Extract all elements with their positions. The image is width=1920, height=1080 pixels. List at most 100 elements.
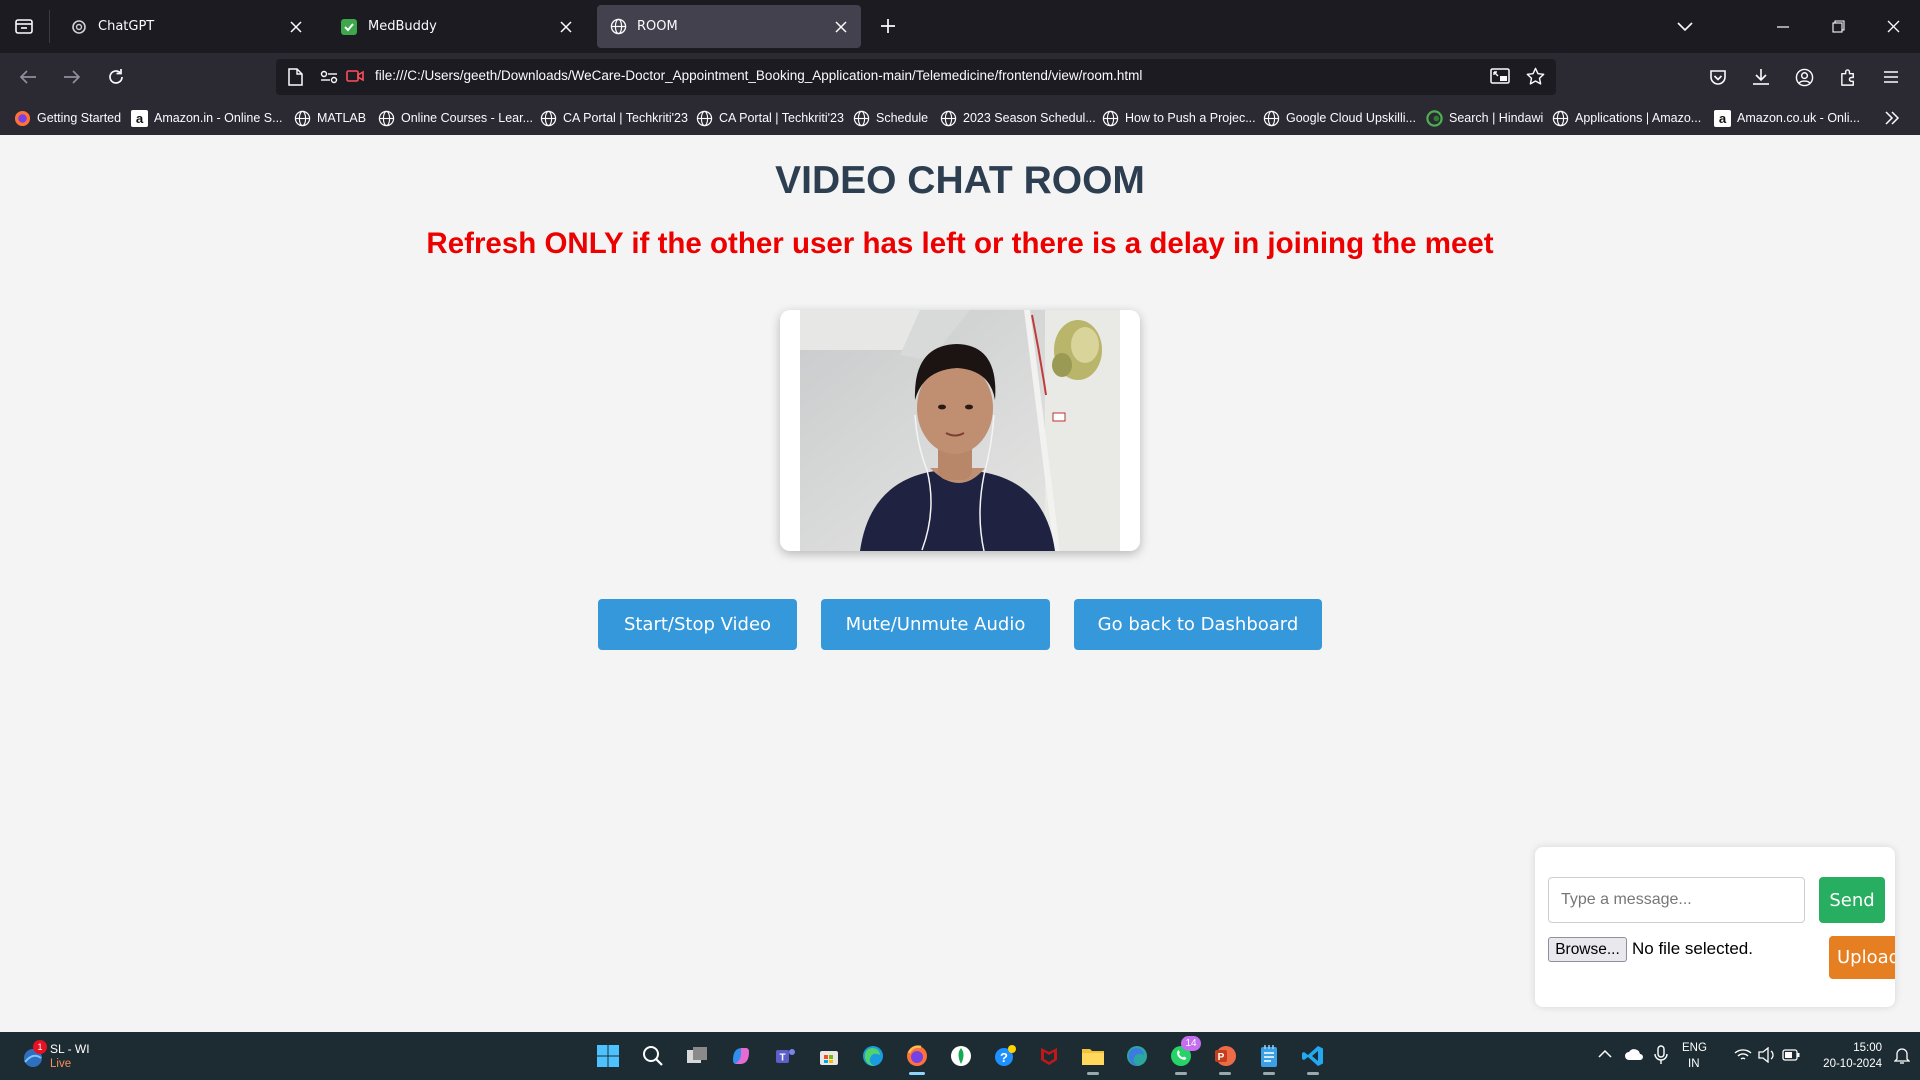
language-code[interactable]: ENG	[1682, 1042, 1707, 1054]
reload-icon[interactable]	[98, 59, 134, 95]
bookmark-label: Online Courses - Lear...	[401, 111, 534, 125]
toggle-video-button[interactable]: Start/Stop Video	[598, 599, 797, 650]
bookmark-item[interactable]: a Amazon.in - Online S...	[131, 107, 283, 129]
globe-icon	[696, 110, 713, 127]
weather-title: SL - WI	[50, 1042, 90, 1056]
upload-button[interactable]: Upload	[1829, 936, 1895, 979]
close-tab-icon[interactable]	[282, 13, 310, 41]
show-hidden-icons-icon[interactable]	[1598, 1049, 1612, 1059]
permissions-icon[interactable]	[320, 70, 338, 84]
amazon-icon: a	[1714, 109, 1731, 127]
tab-room[interactable]: ROOM	[597, 5, 861, 48]
bookmark-label: Amazon.in - Online S...	[154, 111, 283, 125]
whatsapp-icon[interactable]: 14	[1165, 1036, 1201, 1075]
task-view-icon[interactable]	[681, 1040, 713, 1072]
file-explorer-icon[interactable]	[1077, 1040, 1109, 1075]
local-video-feed	[800, 310, 1120, 551]
bookmark-label: Search | Hindawi	[1449, 111, 1544, 125]
battery-icon[interactable]	[1782, 1049, 1800, 1061]
mcafee-icon[interactable]	[1033, 1040, 1065, 1072]
firefox-taskbar-icon[interactable]	[901, 1040, 933, 1075]
amazon-icon: a	[131, 109, 148, 127]
copilot-icon[interactable]	[725, 1040, 757, 1072]
pocket-icon[interactable]	[1700, 59, 1736, 95]
firefox-view-icon[interactable]	[6, 8, 42, 44]
globe-icon	[378, 110, 395, 127]
edge-dev-icon[interactable]	[1121, 1040, 1153, 1072]
restore-icon[interactable]	[1811, 0, 1865, 53]
bookmark-item[interactable]: Search | Hindawi	[1426, 107, 1543, 129]
bookmark-star-icon[interactable]	[1526, 67, 1545, 86]
picture-in-picture-icon[interactable]	[1490, 68, 1510, 86]
account-icon[interactable]	[1786, 59, 1822, 95]
notepad-icon[interactable]	[1253, 1040, 1285, 1075]
bookmark-item[interactable]: CA Portal | Techkriti'23	[696, 107, 844, 129]
clock-time[interactable]: 15:00	[1812, 1042, 1882, 1054]
onedrive-icon[interactable]	[1624, 1047, 1644, 1061]
tab-chatgpt[interactable]: ChatGPT	[58, 5, 316, 48]
extensions-icon[interactable]	[1830, 59, 1866, 95]
bookmark-item[interactable]: Applications | Amazo...	[1552, 107, 1701, 129]
camera-sharing-icon[interactable]	[346, 69, 364, 83]
bookmark-item[interactable]: Schedule	[853, 107, 928, 129]
bookmark-item[interactable]: How to Push a Projec...	[1102, 107, 1256, 129]
weather-badge: 1	[33, 1040, 47, 1054]
svg-text:a: a	[1719, 111, 1727, 126]
browse-file-button[interactable]: Browse...	[1548, 937, 1627, 962]
page-content: VIDEO CHAT ROOM Refresh ONLY if the othe…	[0, 135, 1920, 1032]
send-button[interactable]: Send	[1819, 877, 1885, 923]
region-code[interactable]: IN	[1688, 1058, 1700, 1070]
new-tab-icon[interactable]	[870, 8, 906, 44]
close-window-icon[interactable]	[1866, 0, 1920, 53]
running-app-indicator	[1175, 1072, 1187, 1075]
bookmark-item[interactable]: 2023 Season Schedul...	[940, 107, 1096, 129]
page-title: VIDEO CHAT ROOM	[775, 159, 1145, 202]
list-all-tabs-icon[interactable]	[1658, 0, 1712, 53]
hindawi-icon	[1426, 109, 1443, 127]
minimize-icon[interactable]	[1756, 0, 1810, 53]
edge-icon[interactable]	[857, 1040, 889, 1072]
start-icon[interactable]	[592, 1040, 624, 1072]
globe-icon	[853, 110, 870, 127]
store-icon[interactable]	[813, 1040, 845, 1072]
page-icon	[288, 68, 303, 86]
tab-medbuddy[interactable]: MedBuddy	[328, 5, 586, 48]
chat-message-input[interactable]	[1548, 877, 1805, 923]
downloads-icon[interactable]	[1743, 59, 1779, 95]
toggle-audio-button[interactable]: Mute/Unmute Audio	[821, 599, 1050, 650]
forward-icon[interactable]	[54, 59, 90, 95]
weather-status: Live	[50, 1058, 72, 1070]
help-icon[interactable]: ?	[989, 1040, 1021, 1072]
close-tab-icon[interactable]	[827, 13, 855, 41]
bookmark-item[interactable]: MATLAB	[294, 107, 366, 129]
bookmark-item[interactable]: Google Cloud Upskilli...	[1263, 107, 1416, 129]
svg-text:?: ?	[1000, 1050, 1008, 1065]
back-to-dashboard-button[interactable]: Go back to Dashboard	[1074, 599, 1322, 650]
volume-icon[interactable]	[1758, 1047, 1776, 1063]
more-bookmarks-icon[interactable]	[1884, 107, 1900, 129]
powerpoint-icon[interactable]: P	[1209, 1040, 1241, 1075]
notifications-icon[interactable]	[1894, 1047, 1910, 1065]
teams-icon[interactable]: T	[769, 1040, 801, 1072]
svg-text:a: a	[136, 111, 144, 126]
search-icon[interactable]	[637, 1040, 669, 1072]
url-text: file:///C:/Users/geeth/Downloads/WeCare-…	[375, 68, 1143, 83]
bookmark-item[interactable]: CA Portal | Techkriti'23	[540, 107, 688, 129]
bookmark-item[interactable]: Online Courses - Lear...	[378, 107, 533, 129]
close-tab-icon[interactable]	[552, 13, 580, 41]
wifi-icon[interactable]	[1734, 1048, 1752, 1062]
url-bar[interactable]: file:///C:/Users/geeth/Downloads/WeCare-…	[276, 59, 1556, 95]
running-app-indicator	[1263, 1072, 1275, 1075]
clock-date[interactable]: 20-10-2024	[1812, 1058, 1882, 1070]
vscode-icon[interactable]	[1297, 1040, 1329, 1075]
weather-widget[interactable]: 1 SL - WI Live	[18, 1040, 118, 1074]
mongodb-icon[interactable]	[945, 1040, 977, 1072]
bookmark-item[interactable]: a Amazon.co.uk - Onli...	[1714, 107, 1860, 129]
globe-icon	[1102, 110, 1119, 127]
back-icon[interactable]	[10, 59, 46, 95]
running-app-indicator	[1219, 1072, 1231, 1075]
microphone-icon[interactable]	[1654, 1045, 1668, 1065]
bookmark-item[interactable]: Getting Started	[14, 107, 121, 129]
svg-text:T: T	[779, 1053, 785, 1064]
menu-icon[interactable]	[1873, 59, 1909, 95]
